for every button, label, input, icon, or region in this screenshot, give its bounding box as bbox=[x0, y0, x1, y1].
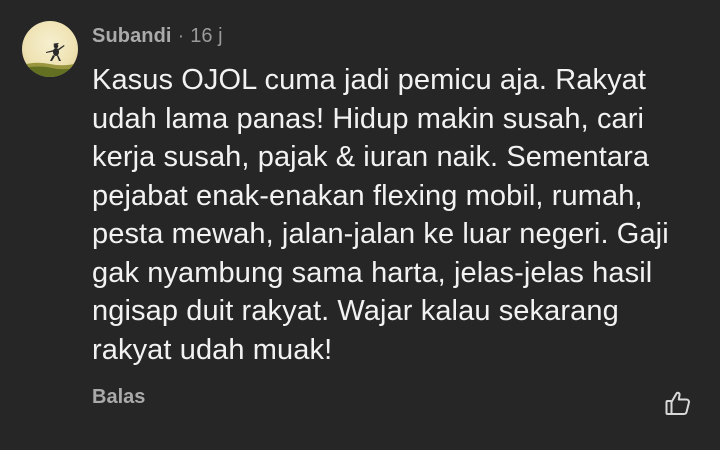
comment-text-line: kerja susah, pajak & iuran naik. Sementa… bbox=[92, 141, 650, 173]
reply-button[interactable]: Balas bbox=[92, 386, 145, 409]
timestamp[interactable]: 16 j bbox=[190, 25, 222, 48]
comment-text-line: pesta mewah, jalan-jalan ke luar negeri.… bbox=[92, 218, 669, 250]
comment-text-line: rakyat udah muak! bbox=[92, 333, 333, 366]
comment-text: Kasus OJOL cuma jadi pemicu aja. Rakyat … bbox=[92, 61, 702, 369]
comment-card: Subandi · 16 j Kasus OJOL cuma jadi pemi… bbox=[0, 0, 720, 450]
comment-text-line: gak nyambung sama harta, jelas-jelas has… bbox=[92, 256, 653, 289]
comment-meta: Subandi · 16 j bbox=[92, 24, 223, 48]
avatar[interactable] bbox=[22, 21, 78, 77]
thumbs-up-icon bbox=[665, 391, 690, 415]
meta-separator: · bbox=[177, 24, 185, 47]
author-name[interactable]: Subandi bbox=[92, 25, 172, 48]
like-button[interactable] bbox=[664, 389, 692, 417]
comment-text-line: ngisap duit rakyat. Wajar kalau sekarang bbox=[92, 295, 619, 327]
comment-text-line: udah lama panas! Hidup makin susah, cari bbox=[92, 102, 645, 135]
avatar-image bbox=[22, 43, 78, 77]
comment-text-line: Kasus OJOL cuma jadi pemicu aja. Rakyat bbox=[92, 64, 647, 96]
comment-text-line: pejabat enak-enakan flexing mobil, rumah… bbox=[92, 179, 643, 212]
